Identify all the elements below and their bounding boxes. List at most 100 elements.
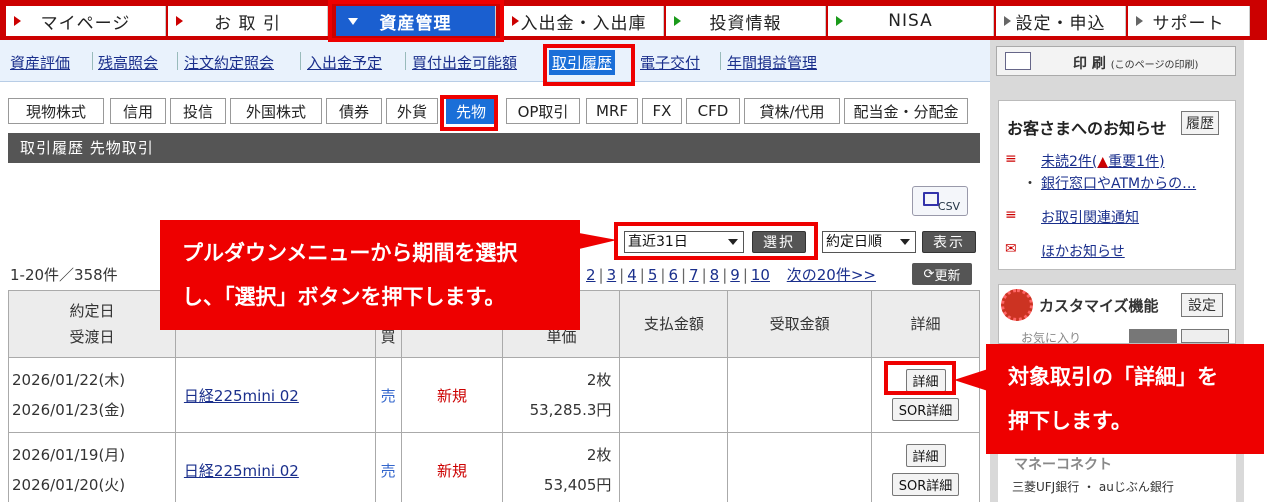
refresh-icon: ⟳ (923, 266, 935, 282)
tab-stocks[interactable]: 現物株式 (8, 98, 104, 124)
header-date: 約定日 受渡日 (8, 290, 176, 358)
header-receive: 受取金額 (727, 290, 873, 358)
page-link[interactable]: 9 (730, 266, 740, 284)
top-navigation: マイページ お 取 引 資産管理 入出金・入出庫 投資情報 NISA 設定・申込… (0, 0, 1267, 40)
product-link[interactable]: 日経225mini 02 (176, 387, 299, 405)
money-connect-title: マネーコネクト (1014, 457, 1112, 473)
highlight-frame (884, 361, 956, 395)
print-button[interactable]: 印 刷 (このページの印刷) (996, 46, 1236, 76)
section-title: 取引履歴 先物取引 (8, 133, 980, 163)
nav-support[interactable]: サポート (1128, 6, 1250, 36)
pay-cell (619, 357, 729, 433)
next-page-link[interactable]: 次の20件>> (787, 266, 876, 284)
sor-detail-button[interactable]: SOR詳細 (891, 473, 960, 496)
header-detail: 詳細 (871, 290, 980, 358)
subnav-asset-valuation[interactable]: 資産評価 (10, 52, 70, 73)
subnav-e-delivery[interactable]: 電子交付 (640, 52, 700, 73)
nav-trade[interactable]: お 取 引 (168, 6, 328, 36)
printer-icon (1005, 52, 1031, 70)
page-link[interactable]: 7 (689, 266, 699, 284)
page-link[interactable]: 6 (668, 266, 678, 284)
arrow-icon (512, 16, 519, 26)
nav-nisa[interactable]: NISA (828, 6, 994, 36)
warning-icon: ▲ (1097, 154, 1109, 170)
tab-stock-lending[interactable]: 貸株/代用 (744, 98, 840, 124)
page-link[interactable]: 4 (627, 266, 637, 284)
tab-mrf[interactable]: MRF (586, 98, 638, 124)
bank-names: 三菱UFJ銀行 ・ auじぶん銀行 (1012, 480, 1174, 494)
highlight-frame (614, 222, 818, 260)
page-link[interactable]: 2 (586, 266, 596, 284)
page-link[interactable]: 3 (607, 266, 617, 284)
csv-download-button[interactable]: CSV (912, 186, 968, 216)
notice-bank-link[interactable]: 銀行窓口やATMからの… (1041, 173, 1196, 193)
detail-button[interactable]: 詳細 (905, 444, 946, 467)
tab-cfd[interactable]: CFD (686, 98, 740, 124)
chevron-down-icon (900, 239, 910, 245)
highlight-frame (328, 0, 504, 42)
history-button[interactable]: 履歴 (1181, 111, 1219, 135)
table-row: 2026/01/22(木) 2026/01/23(金) 日経225mini 02 … (8, 357, 980, 433)
arrow-icon (1004, 16, 1011, 26)
notice-other-link[interactable]: ほかお知らせ (1041, 241, 1125, 261)
mail-icon: ✉ (1005, 241, 1017, 257)
tab-fx[interactable]: FX (642, 98, 682, 124)
nav-deposit-withdraw[interactable]: 入出金・入出庫 (504, 6, 664, 36)
product-cell: 日経225mini 02 (174, 357, 376, 433)
highlight-frame (440, 95, 498, 131)
list-icon: ≡ (1005, 151, 1017, 167)
tab-margin[interactable]: 信用 (110, 98, 166, 124)
customize-settings-button[interactable]: 設定 (1181, 293, 1223, 317)
page-link[interactable]: 8 (710, 266, 720, 284)
tab-fx-currency[interactable]: 外貨 (386, 98, 438, 124)
receive-cell (727, 357, 873, 433)
notice-title: お客さまへのお知らせ (1007, 119, 1167, 138)
side-cell: 売 (374, 357, 402, 433)
arrow-icon (1136, 16, 1143, 26)
pay-cell (619, 432, 729, 502)
sort-select[interactable]: 約定日順 (822, 231, 916, 253)
subnav-deposit-schedule[interactable]: 入出金予定 (307, 52, 382, 73)
nav-investment-info[interactable]: 投資情報 (666, 6, 826, 36)
type-cell: 新規 (400, 432, 504, 502)
nav-settings[interactable]: 設定・申込 (996, 6, 1126, 36)
customize-title: カスタマイズ機能 (1039, 297, 1159, 315)
notice-trade-link[interactable]: お取引関連通知 (1041, 207, 1139, 227)
tab-bonds[interactable]: 債券 (326, 98, 382, 124)
csv-icon (923, 192, 939, 206)
date-cell: 2026/01/22(木) 2026/01/23(金) (8, 357, 176, 433)
show-button[interactable]: 表示 (922, 231, 976, 253)
product-cell: 日経225mini 02 (174, 432, 376, 502)
tab-dividends[interactable]: 配当金・分配金 (844, 98, 968, 124)
subnav-balance[interactable]: 残高照会 (98, 52, 158, 73)
header-pay: 支払金額 (619, 290, 729, 358)
callout-arrow (954, 369, 988, 391)
arrow-icon (176, 16, 183, 26)
subnav-annual-pl[interactable]: 年間損益管理 (727, 52, 817, 73)
detail-callout: 対象取引の「詳細」を 押下します。 (986, 344, 1264, 454)
subnav-order-inquiry[interactable]: 注文約定照会 (184, 52, 274, 73)
gear-icon (1001, 289, 1033, 321)
customize-panel: カスタマイズ機能 設定 お気に入り (998, 284, 1236, 345)
refresh-button[interactable]: ⟳ 更新 (912, 263, 972, 285)
side-cell: 売 (374, 432, 402, 502)
receive-cell (727, 432, 873, 502)
highlight-frame (543, 44, 635, 86)
type-cell: 新規 (400, 357, 504, 433)
notice-panel: お客さまへのお知らせ 履歴 ≡ 未読2件(▲重要1件) ・ 銀行窓口やATMから… (998, 100, 1236, 270)
product-link[interactable]: 日経225mini 02 (176, 462, 299, 480)
detail-cell: 詳細 SOR詳細 (871, 432, 980, 502)
nav-mypage[interactable]: マイページ (6, 6, 166, 36)
tab-options[interactable]: OP取引 (506, 98, 580, 124)
tab-funds[interactable]: 投信 (170, 98, 226, 124)
sub-navigation: 資産評価 残高照会 注文約定照会 入出金予定 買付出金可能額 取引履歴 電子交付… (0, 40, 990, 82)
page-link[interactable]: 5 (648, 266, 658, 284)
sor-detail-button[interactable]: SOR詳細 (891, 398, 960, 421)
favorite-delete-button[interactable] (1181, 329, 1229, 343)
notice-unread-link[interactable]: 未読2件(▲重要1件) (1041, 151, 1165, 171)
subnav-buying-power[interactable]: 買付出金可能額 (412, 52, 517, 73)
callout-arrow (579, 233, 617, 249)
favorite-add-button[interactable] (1129, 329, 1177, 343)
page-link[interactable]: 10 (751, 266, 770, 284)
tab-foreign-stocks[interactable]: 外国株式 (230, 98, 322, 124)
